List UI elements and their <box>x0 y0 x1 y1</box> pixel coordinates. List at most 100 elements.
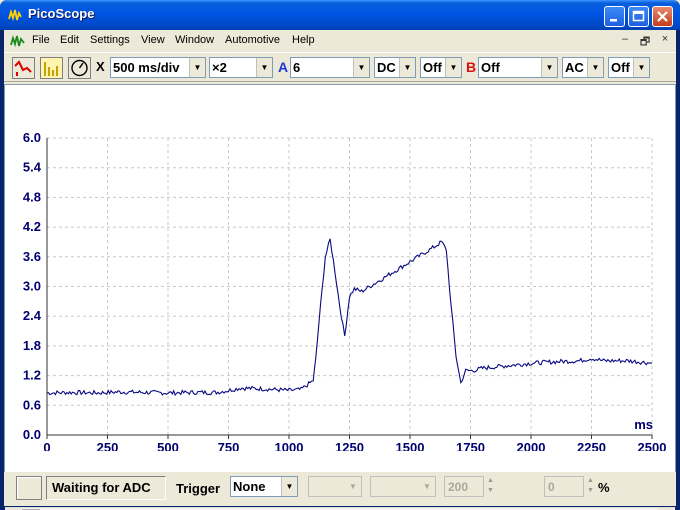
channel-a-range-value: 6 <box>293 60 301 75</box>
chevron-down-icon: ▼ <box>445 58 461 77</box>
trigger-channel-select[interactable]: ▼ <box>308 476 362 497</box>
channel-b-coupling-value: AC <box>565 60 584 75</box>
channel-a-option-select[interactable]: Off ▼ <box>420 57 462 78</box>
channel-a-coupling-value: DC <box>377 60 396 75</box>
trigger-label: Trigger <box>176 481 221 496</box>
picoscope-icon <box>8 8 22 22</box>
trigger-mode-select[interactable]: None ▼ <box>230 476 298 497</box>
status-message: Waiting for ADC <box>46 476 166 500</box>
window-title: PicoScope <box>28 6 95 21</box>
x-tick-label: 1500 <box>396 440 425 451</box>
channel-b-range-value: Off <box>481 60 500 75</box>
maximize-icon <box>632 10 645 22</box>
y-tick-label: 4.8 <box>23 189 41 204</box>
app-window: PicoScope File Edit Settings View Window… <box>0 0 680 510</box>
chevron-down-icon: ▼ <box>633 58 649 77</box>
zoom-select[interactable]: ×2 ▼ <box>209 57 273 78</box>
trigger-mode-value: None <box>233 479 266 494</box>
trigger-level-value: 200 <box>448 480 469 494</box>
spinner-arrows-icon[interactable]: ▲ ▼ <box>484 476 497 497</box>
channel-b-range-select[interactable]: Off ▼ <box>478 57 558 78</box>
chevron-down-icon: ▼ <box>353 58 369 77</box>
pretrigger-value: 0 <box>548 480 555 494</box>
scope-mode-button[interactable] <box>12 57 35 79</box>
x-tick-label: 0 <box>43 440 50 451</box>
plot-area[interactable]: 0 250 500 750 1000 1250 1500 1750 2000 2250 2500 0.… <box>4 84 676 510</box>
x-tick-label: 1750 <box>456 440 485 451</box>
status-bar: Waiting for ADC Trigger None ▼ ▼ ▼ 200 ▲… <box>4 472 676 506</box>
chevron-down-icon: ▼ <box>349 482 357 491</box>
menu-automotive[interactable]: Automotive <box>225 34 280 46</box>
meter-mode-button[interactable] <box>68 57 91 79</box>
document-icon <box>10 34 25 48</box>
x-axis-unit-label: ms <box>634 417 653 432</box>
channel-b-option-select[interactable]: Off ▼ <box>608 57 650 78</box>
x-axis-label: X <box>96 59 105 74</box>
chevron-down-icon: ▼ <box>541 58 557 77</box>
y-tick-label: 4.2 <box>23 219 41 234</box>
child-restore-button[interactable]: 🗗 <box>638 33 652 48</box>
zoom-value: ×2 <box>212 60 227 75</box>
y-tick-label: 3.0 <box>23 279 41 294</box>
y-tick-label: 5.4 <box>23 160 42 175</box>
menu-edit[interactable]: Edit <box>60 34 79 46</box>
channel-b-label: B <box>466 59 477 75</box>
chevron-down-icon: ▼ <box>189 58 205 77</box>
minimize-icon <box>610 19 617 22</box>
meter-icon <box>71 59 88 77</box>
y-tick-label: 2.4 <box>23 308 42 323</box>
channel-b-coupling-select[interactable]: AC ▼ <box>562 57 604 78</box>
waveform-chart: 0 250 500 750 1000 1250 1500 1750 2000 2250 2500 0.… <box>23 130 667 455</box>
y-tick-label: 0.0 <box>23 427 41 442</box>
toolbar: X 500 ms/div ▼ ×2 ▼ A 6 ▼ DC ▼ Off ▼ B O… <box>4 52 676 82</box>
menu-view[interactable]: View <box>141 34 165 46</box>
channel-a-option-value: Off <box>423 60 442 75</box>
chevron-down-icon: ▼ <box>256 58 272 77</box>
menu-file[interactable]: File <box>32 34 50 46</box>
menu-bar: File Edit Settings View Window Automotiv… <box>4 30 676 52</box>
y-tick-label: 0.6 <box>23 397 41 412</box>
trigger-direction-select[interactable]: ▼ <box>370 476 436 497</box>
spinner-arrows-icon[interactable]: ▲ ▼ <box>584 476 597 497</box>
channel-a-coupling-select[interactable]: DC ▼ <box>374 57 416 78</box>
timebase-value: 500 ms/div <box>113 60 180 75</box>
x-tick-label: 1000 <box>275 440 304 451</box>
spectrum-icon <box>44 62 58 76</box>
x-tick-label: 2000 <box>517 440 546 451</box>
title-bar[interactable]: PicoScope <box>0 0 680 30</box>
run-stop-button[interactable] <box>16 476 42 500</box>
minimize-button[interactable] <box>604 6 625 27</box>
x-tick-label: 750 <box>218 440 240 451</box>
y-tick-label: 6.0 <box>23 130 41 145</box>
chevron-down-icon: ▼ <box>587 58 603 77</box>
channel-a-range-select[interactable]: 6 ▼ <box>290 57 370 78</box>
y-tick-label: 1.8 <box>23 338 41 353</box>
channel-a-label: A <box>278 59 289 75</box>
close-button[interactable] <box>652 6 673 27</box>
pretrigger-spinner[interactable]: 0 ▲ ▼ <box>544 476 594 497</box>
menu-help[interactable]: Help <box>292 34 315 46</box>
x-tick-label: 2250 <box>577 440 606 451</box>
spectrum-mode-button[interactable] <box>40 57 63 79</box>
child-close-button[interactable]: × <box>658 33 672 47</box>
x-tick-label: 1250 <box>335 440 364 451</box>
maximize-button[interactable] <box>628 6 649 27</box>
chevron-down-icon: ▼ <box>423 482 431 491</box>
chevron-down-icon: ▼ <box>281 477 297 496</box>
menu-settings[interactable]: Settings <box>90 34 130 46</box>
channel-b-option-value: Off <box>611 60 630 75</box>
menu-window[interactable]: Window <box>175 34 214 46</box>
child-minimize-button[interactable]: – <box>618 33 632 47</box>
percent-label: % <box>598 480 610 495</box>
series-line-channel-a <box>46 238 653 397</box>
trigger-level-spinner[interactable]: 200 ▲ ▼ <box>444 476 494 497</box>
y-tick-label: 3.6 <box>23 249 41 264</box>
x-tick-label: 500 <box>157 440 179 451</box>
x-tick-label: 250 <box>97 440 119 451</box>
y-tick-label: 1.2 <box>23 368 41 383</box>
window-frame: File Edit Settings View Window Automotiv… <box>4 30 676 510</box>
timebase-select[interactable]: 500 ms/div ▼ <box>110 57 206 78</box>
scope-icon <box>14 60 32 76</box>
x-tick-label: 2500 <box>638 440 667 451</box>
chevron-down-icon: ▼ <box>399 58 415 77</box>
